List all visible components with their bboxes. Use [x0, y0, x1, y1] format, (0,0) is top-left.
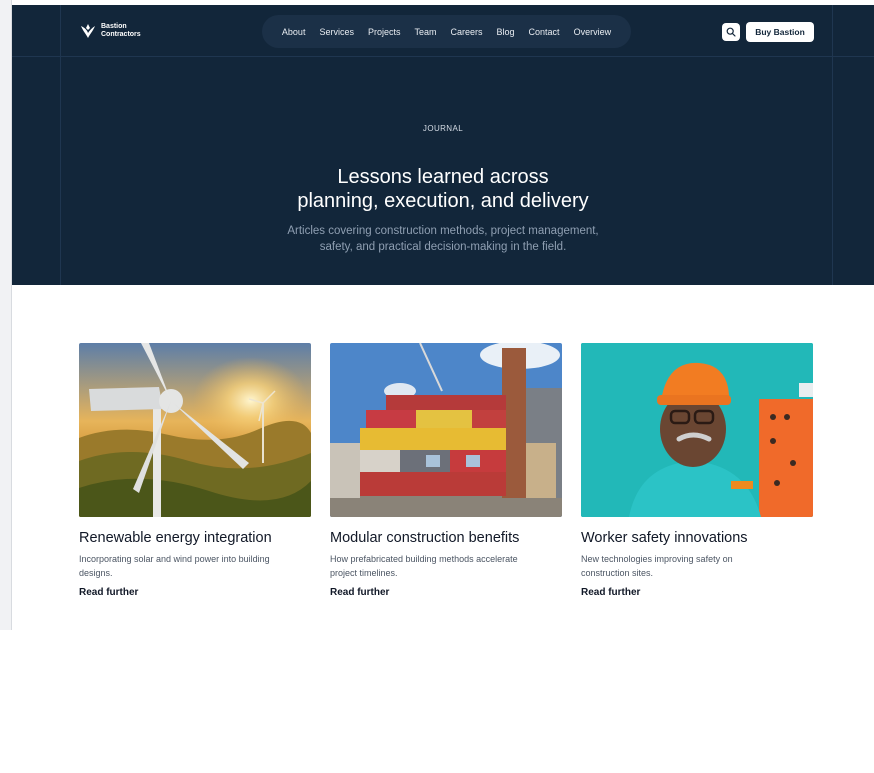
- page-subtitle: Articles covering construction methods, …: [12, 223, 874, 255]
- search-icon: [726, 27, 736, 37]
- description-line: construction sites.: [581, 568, 654, 578]
- description-line: project timelines.: [330, 568, 398, 578]
- main-nav: About Services Projects Team Careers Blo…: [262, 15, 631, 48]
- description-line: Incorporating solar and wind power into …: [79, 554, 270, 564]
- article-card[interactable]: Modular construction benefits How prefab…: [330, 343, 562, 598]
- description-line: How prefabricated building methods accel…: [330, 554, 518, 564]
- header-divider: [12, 56, 874, 57]
- article-card[interactable]: Worker safety innovations New technologi…: [581, 343, 813, 598]
- search-button[interactable]: [722, 23, 740, 41]
- brand-line1: Bastion: [101, 23, 127, 30]
- article-card[interactable]: Renewable energy integration Incorporati…: [79, 343, 311, 598]
- title-line: planning, execution, and delivery: [297, 190, 589, 212]
- modular-building-image[interactable]: [330, 343, 562, 517]
- window-left-edge: [0, 0, 12, 630]
- nav-item-about[interactable]: About: [275, 27, 313, 37]
- nav-item-overview[interactable]: Overview: [567, 27, 619, 37]
- nav-item-team[interactable]: Team: [407, 27, 443, 37]
- brand-line2: Contractors: [101, 31, 141, 38]
- brand-name: Bastion Contractors: [101, 23, 141, 39]
- wind-turbine-image[interactable]: [79, 343, 311, 517]
- buy-button[interactable]: Buy Bastion: [746, 22, 814, 42]
- title-line: Lessons learned across: [337, 166, 549, 188]
- subtitle-line: Articles covering construction methods, …: [287, 225, 599, 237]
- brand-logo[interactable]: Bastion Contractors: [79, 22, 141, 40]
- read-further-link[interactable]: Read further: [79, 587, 138, 598]
- nav-item-services[interactable]: Services: [312, 27, 361, 37]
- nav-item-contact[interactable]: Contact: [522, 27, 567, 37]
- nav-item-projects[interactable]: Projects: [361, 27, 408, 37]
- nav-item-blog[interactable]: Blog: [490, 27, 522, 37]
- article-title[interactable]: Modular construction benefits: [330, 529, 562, 547]
- article-description: New technologies improving safety on con…: [581, 552, 813, 580]
- description-line: New technologies improving safety on: [581, 554, 733, 564]
- nav-item-careers[interactable]: Careers: [444, 27, 490, 37]
- description-line: designs.: [79, 568, 113, 578]
- subtitle-line: safety, and practical decision-making in…: [319, 241, 567, 253]
- page-title: Lessons learned across planning, executi…: [12, 165, 874, 213]
- article-description: Incorporating solar and wind power into …: [79, 552, 311, 580]
- read-further-link[interactable]: Read further: [581, 587, 640, 598]
- section-eyebrow: JOURNAL: [422, 124, 464, 133]
- journal-page: Bastion Contractors About Services Proje…: [12, 5, 874, 630]
- hero-section: Bastion Contractors About Services Proje…: [12, 5, 874, 285]
- article-title[interactable]: Worker safety innovations: [581, 529, 813, 547]
- article-title[interactable]: Renewable energy integration: [79, 529, 311, 547]
- article-description: How prefabricated building methods accel…: [330, 552, 562, 580]
- read-further-link[interactable]: Read further: [330, 587, 389, 598]
- bird-logo-icon: [81, 24, 95, 38]
- worker-portrait-image[interactable]: [581, 343, 813, 517]
